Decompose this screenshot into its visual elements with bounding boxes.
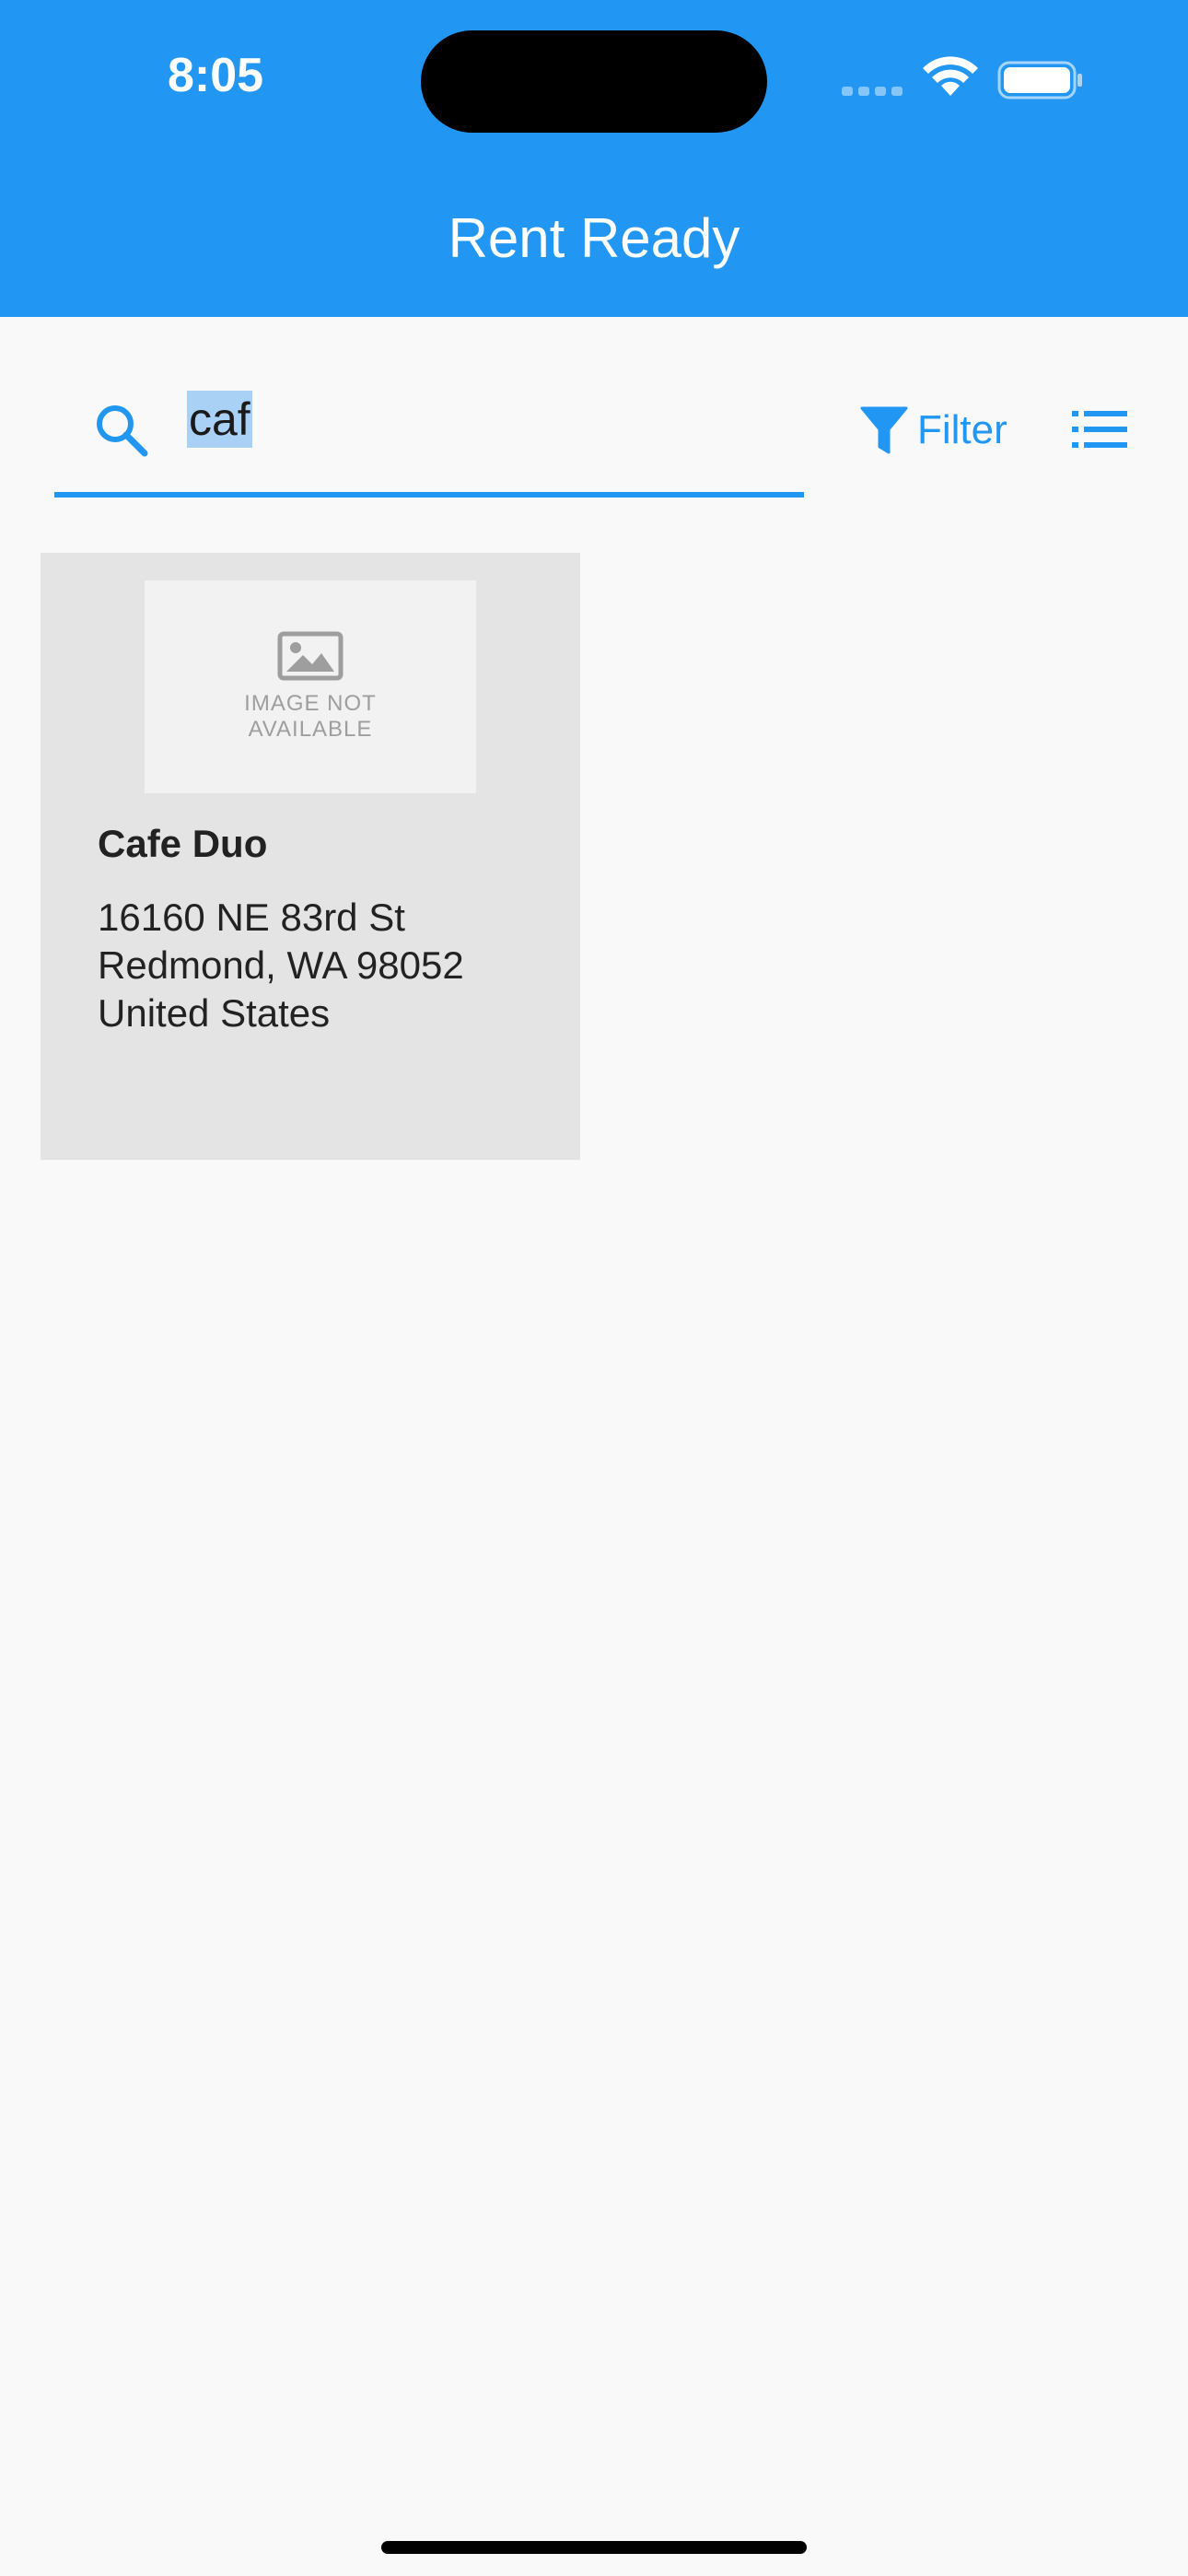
app-title: Rent Ready [448,207,740,269]
image-icon [277,631,344,681]
image-not-available-text: IMAGE NOT AVAILABLE [244,691,377,742]
listing-address: 16160 NE 83rd St Redmond, WA 98052 Unite… [98,894,558,1037]
filter-icon [860,406,908,454]
listing-image-placeholder: IMAGE NOT AVAILABLE [145,580,476,793]
list-view-icon[interactable] [1072,409,1127,450]
search-icon[interactable] [93,402,150,459]
listing-card[interactable]: IMAGE NOT AVAILABLE Cafe Duo 16160 NE 83… [41,553,580,1160]
home-indicator[interactable] [381,2541,807,2554]
address-line: 16160 NE 83rd St [98,896,405,939]
app-header: 8:05 Rent Ready [0,0,1188,317]
search-field[interactable]: caf [54,369,804,498]
search-input-value[interactable]: caf [187,391,252,448]
wifi-icon [923,56,978,96]
filter-label: Filter [917,407,1007,452]
address-line: Redmond, WA 98052 [98,943,464,987]
filter-button[interactable]: Filter [860,398,1007,463]
battery-icon [997,61,1082,100]
address-line: United States [98,991,331,1035]
app-screen: 8:05 Rent Ready caf Filter IMAGE NOT AVA… [0,0,1188,2576]
listing-name: Cafe Duo [98,822,268,865]
status-time: 8:05 [168,49,264,102]
dynamic-island [421,30,767,133]
